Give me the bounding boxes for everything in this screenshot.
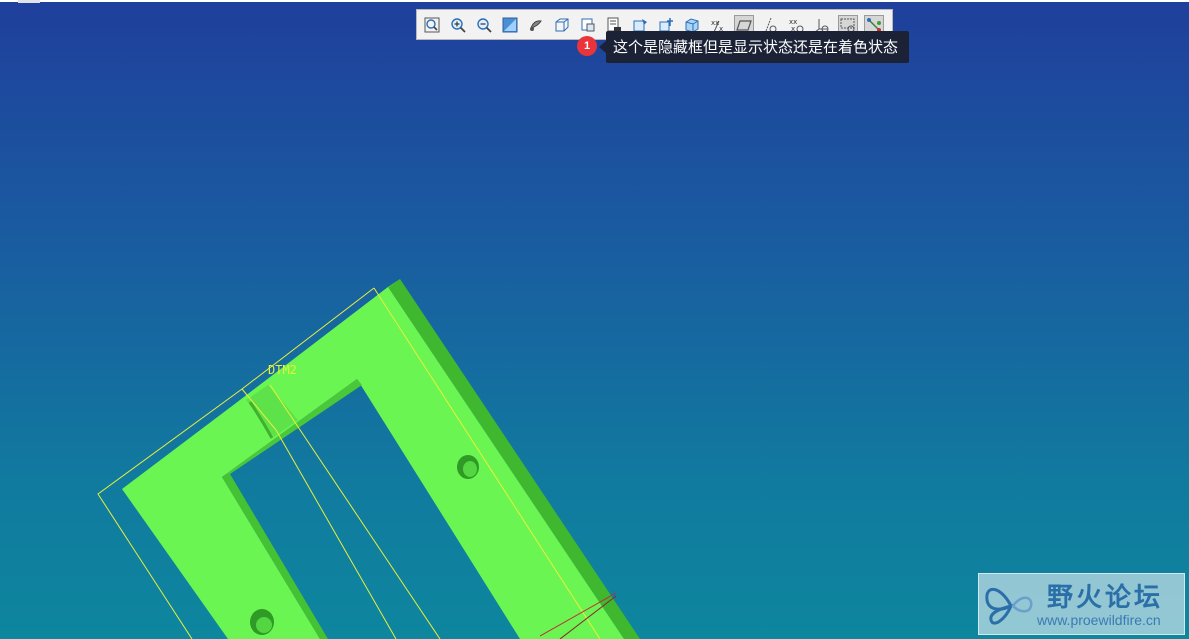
model-top-face [122,287,624,639]
zoom-in-icon [451,17,466,33]
display-style-button[interactable] [552,15,572,35]
refit-button[interactable] [422,15,442,35]
spin-center-icon [530,19,542,31]
zoom-out-icon [477,17,492,33]
saved-views-icon [581,18,595,31]
saved-orientations-button[interactable] [578,15,598,35]
repaint-button[interactable] [500,15,520,35]
datum-label: DTM2 [268,363,297,377]
watermark-title: 野火论坛 [1047,583,1164,613]
zoom-in-button[interactable] [448,15,468,35]
model-hole-right-inner [463,461,477,477]
repaint-icon [502,17,518,32]
zoom-out-button[interactable] [474,15,494,35]
refit-icon [424,17,440,32]
annotation-badge: 1 [577,36,597,56]
spin-center-button[interactable] [526,15,546,35]
tooltip-arrow [599,41,606,53]
graphics-viewport[interactable]: DTM2 xx x xx x 1 这个是隐藏框但是显示状态还是在着色状态 野火论… [0,0,1189,639]
model-hole-bottom-inner [256,617,272,633]
forum-watermark: 野火论坛 www.proewildfire.cn [978,573,1185,635]
display-style-icon [555,18,569,31]
annotation-tooltip: 这个是隐藏框但是显示状态还是在着色状态 [606,31,910,63]
model-view[interactable]: DTM2 [0,0,1189,639]
butterfly-logo-icon [985,588,1033,625]
watermark-url: www.proewildfire.cn [1037,612,1161,628]
